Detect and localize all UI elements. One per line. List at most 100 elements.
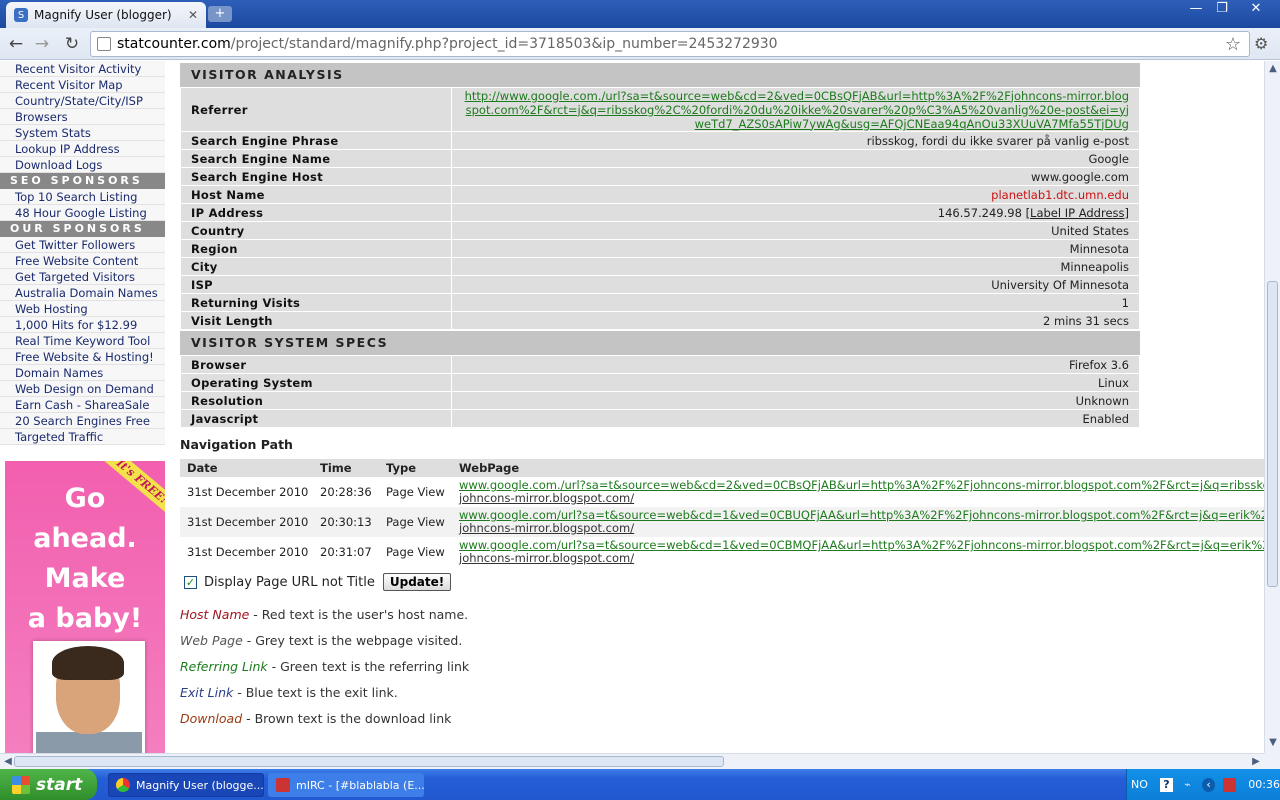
new-tab-button[interactable]: + [208,6,232,22]
info-row: Visit Length 2 mins 31 secs [180,311,1140,330]
col-type: Type [379,459,452,477]
webpage-link[interactable]: johncons-mirror.blogspot.com/ [459,492,1257,505]
info-label: Search Engine Host [180,167,452,186]
sidebar-link[interactable]: Recent Visitor Activity [0,61,165,77]
info-row: City Minneapolis [180,257,1140,276]
sidebar-link[interactable]: Free Website Content [0,253,165,269]
ad-banner[interactable]: It's FREE! Go ahead. Make a baby! [5,461,165,753]
scroll-up-icon[interactable]: ▲ [1265,63,1280,74]
wrench-menu-icon[interactable]: ⚙ [1254,34,1268,53]
info-value: University Of Minnesota [451,275,1140,294]
legend-desc: - Grey text is the webpage visited. [242,633,463,648]
start-button[interactable]: start [0,769,97,800]
network-icon[interactable]: ⌁ [1181,778,1194,792]
bookmark-star-icon[interactable]: ☆ [1225,34,1241,55]
spec-value: Firefox 3.6 [1068,357,1129,372]
legend-key: Download [180,711,243,726]
info-label: Region [180,239,452,258]
display-url-checkbox[interactable]: ✓ [184,575,197,589]
sidebar-link[interactable]: Get Targeted Visitors [0,269,165,285]
info-value: ribsskog, fordi du ikke svarer på vanlig… [451,131,1140,150]
sidebar-link[interactable]: 1,000 Hits for $12.99 [0,317,165,333]
seo-sponsors-header: SEO SPONSORS [0,173,165,189]
url-text[interactable]: statcounter.com/project/standard/magnify… [117,36,778,52]
info-value-text: www.google.com [1031,169,1129,184]
nav-row: 31st December 2010 20:30:13 Page View www.g… [180,507,1264,537]
sidebar-link[interactable]: Real Time Keyword Tool [0,333,165,349]
sidebar-link[interactable]: Targeted Traffic [0,429,165,445]
mirc-tray-icon[interactable] [1223,777,1237,792]
update-button[interactable]: Update! [382,573,452,591]
system-tray: NO ? ⌁ ‹ 00:36 [1126,769,1280,800]
sidebar-link[interactable]: Top 10 Search Listing [0,189,165,205]
expand-tray-icon[interactable]: ‹ [1202,777,1216,792]
sidebar-link[interactable]: Download Logs [0,157,165,173]
referrer-value: http://www.google.com./url?sa=t&source=w… [451,87,1140,132]
sidebar-link[interactable]: Web Design on Demand [0,381,165,397]
horizontal-scroll-thumb[interactable] [14,756,724,767]
col-time: Time [313,459,379,477]
main-content: VISITOR ANALYSIS Referrer http://www.goo… [180,61,1264,753]
sidebar-link[interactable]: 48 Hour Google Listing [0,205,165,221]
info-value: 1 [451,293,1140,312]
ad-headline: Go ahead. Make a baby! [27,483,143,634]
info-row: ISP University Of Minnesota [180,275,1140,294]
info-row: Search Engine Name Google [180,149,1140,168]
webpage-link[interactable]: johncons-mirror.blogspot.com/ [459,552,1257,565]
forward-arrow-icon[interactable]: → [32,34,52,54]
sidebar-link[interactable]: Australia Domain Names [0,285,165,301]
scroll-down-icon[interactable]: ▼ [1265,737,1280,748]
title-bar: S Magnify User (blogger) ✕ + — ❐ ✕ [0,0,1280,28]
horizontal-scrollbar[interactable]: ◀ ▶ [0,753,1264,769]
vertical-scrollbar[interactable]: ▲ ▼ [1264,61,1280,753]
language-indicator[interactable]: NO [1131,778,1148,791]
sidebar-link[interactable]: Lookup IP Address [0,141,165,157]
reload-icon[interactable]: ↻ [62,34,82,54]
info-row: Search Engine Phrase ribsskog, fordi du i… [180,131,1140,150]
sidebar-link[interactable]: Free Website & Hosting! [0,349,165,365]
info-value: Minnesota [451,239,1140,258]
nav-type: Page View [386,545,445,559]
spec-value: Unknown [1075,393,1129,408]
address-bar[interactable]: statcounter.com/project/standard/magnify… [90,31,1250,57]
close-window-button[interactable]: ✕ [1236,0,1276,18]
taskbar-item-chrome[interactable]: Magnify User (blogge... [108,773,264,797]
maximize-button[interactable]: ❐ [1208,0,1236,18]
sidebar-link[interactable]: Earn Cash - ShareaSale [0,397,165,413]
info-value-text: 1 [1121,295,1129,310]
legend-item: Web Page - Grey text is the webpage visi… [180,633,462,648]
webpage-link[interactable]: johncons-mirror.blogspot.com/ [459,522,1257,535]
label-ip-address-link[interactable]: [Label IP Address] [1026,206,1129,220]
sidebar-link[interactable]: Web Hosting [0,301,165,317]
back-arrow-icon[interactable]: ← [6,34,26,54]
scroll-right-icon[interactable]: ▶ [1248,756,1264,767]
info-row: Browser Firefox 3.6 [180,355,1140,374]
sidebar-link[interactable]: Domain Names [0,365,165,381]
our-sponsors-header: OUR SPONSORS [0,221,165,237]
browser-tab[interactable]: S Magnify User (blogger) ✕ [6,2,206,28]
minimize-button[interactable]: — [1182,0,1210,18]
legend-item: Host Name - Red text is the user's host … [180,607,468,622]
clock: 00:36 [1248,778,1280,791]
visitor-analysis-heading: VISITOR ANALYSIS [180,63,1140,87]
display-options: ✓ Display Page URL not Title Update! [184,573,452,591]
legend-item: Exit Link - Blue text is the exit link. [180,685,398,700]
info-row: Host Name planetlab1.dtc.umn.edu [180,185,1140,204]
vertical-scroll-thumb[interactable] [1267,281,1278,587]
sidebar-link[interactable]: Get Twitter Followers [0,237,165,253]
info-row: Region Minnesota [180,239,1140,258]
info-label: Returning Visits [180,293,452,312]
info-label: IP Address [180,203,452,222]
sidebar-link[interactable]: System Stats [0,125,165,141]
tab-close-icon[interactable]: ✕ [188,8,198,22]
referrer-link[interactable]: http://www.google.com./url?sa=t&source=w… [465,89,1129,131]
sidebar-link[interactable]: Recent Visitor Map [0,77,165,93]
sidebar-link[interactable]: 20 Search Engines Free [0,413,165,429]
sidebar-link[interactable]: Browsers [0,109,165,125]
sidebar-link[interactable]: Country/State/City/ISP [0,93,165,109]
info-value: Enabled [451,409,1140,428]
taskbar-item-mirc[interactable]: mIRC - [#blablabla (E... [268,773,424,797]
help-icon[interactable]: ? [1159,777,1173,792]
legend-key: Exit Link [180,685,234,700]
navigation-path-title: Navigation Path [180,437,293,452]
